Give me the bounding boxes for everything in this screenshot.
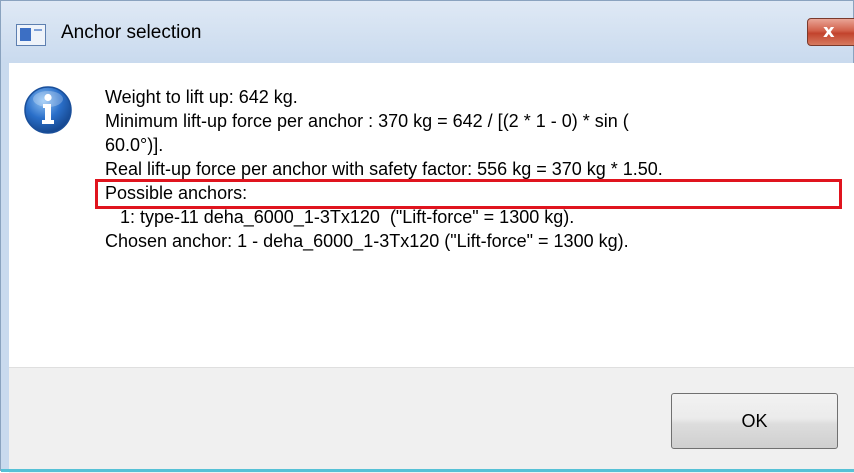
window-title: Anchor selection (61, 22, 202, 43)
window-left-frame (1, 63, 9, 472)
message-line-min-force-cont: 60.0°)]. (105, 135, 164, 155)
app-icon-bar (20, 28, 31, 41)
message-line-chosen-anchor: Chosen anchor: 1 - deha_6000_1-3Tx120 ("… (105, 231, 629, 251)
close-button[interactable]: x (807, 18, 854, 46)
message-text: Weight to lift up: 642 kg. Minimum lift-… (105, 85, 845, 253)
message-line-min-force: Minimum lift-up force per anchor : 370 k… (105, 111, 629, 131)
close-icon: x (823, 21, 835, 42)
ok-button[interactable]: OK (671, 393, 838, 449)
message-line-real-force: Real lift-up force per anchor with safet… (105, 159, 663, 179)
information-icon (24, 86, 72, 134)
title-bar[interactable]: Anchor selection x (1, 1, 854, 63)
button-bar: OK (9, 367, 854, 473)
message-area: Weight to lift up: 642 kg. Minimum lift-… (9, 63, 854, 367)
highlight-box (95, 179, 842, 209)
app-window-icon (16, 24, 46, 46)
message-line-weight: Weight to lift up: 642 kg. (105, 87, 298, 107)
anchor-selection-dialog: Anchor selection x Weight to lift up: 64… (0, 0, 854, 473)
app-icon-line (34, 29, 42, 31)
